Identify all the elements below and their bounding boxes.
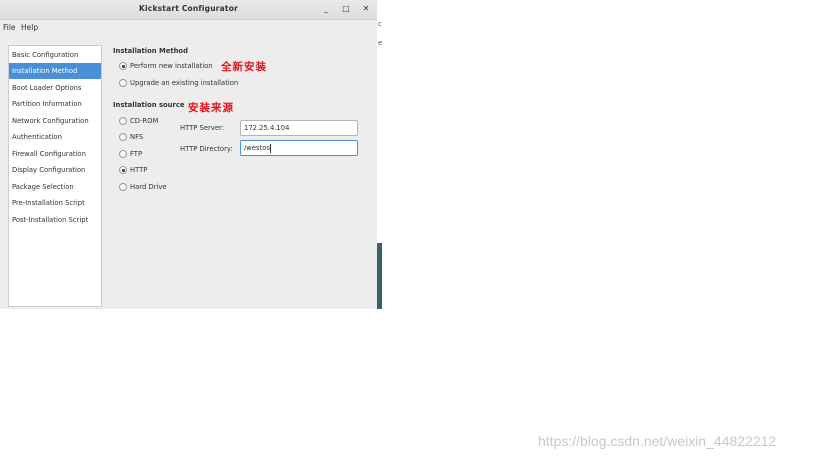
http-directory-input[interactable]: /westos bbox=[240, 140, 358, 156]
title-bar: Kickstart Configurator _ □ ✕ bbox=[0, 0, 377, 20]
kickstart-window: Kickstart Configurator _ □ ✕ File Help B… bbox=[0, 0, 377, 309]
http-server-input[interactable]: 172.25.4.104 bbox=[240, 120, 358, 136]
http-server-value: 172.25.4.104 bbox=[244, 124, 290, 132]
sidebar-item-network-configuration[interactable]: Network Configuration bbox=[9, 113, 101, 129]
sidebar-item-post-installation-script[interactable]: Post-Installation Script bbox=[9, 212, 101, 228]
minimize-button[interactable]: _ bbox=[320, 3, 332, 15]
radio-hard-drive[interactable] bbox=[119, 183, 127, 191]
http-directory-label: HTTP Directory: bbox=[180, 145, 233, 153]
radio-http[interactable] bbox=[119, 166, 127, 174]
sidebar-item-pre-installation-script[interactable]: Pre-Installation Script bbox=[9, 195, 101, 211]
radio-label-perform-new-installation: Perform new installation bbox=[130, 62, 213, 70]
background-text-fragment: c bbox=[378, 20, 382, 28]
sidebar: Basic Configuration Installation Method … bbox=[8, 45, 102, 307]
background-text-fragment: e bbox=[378, 39, 382, 47]
background-window-dark-strip bbox=[377, 243, 382, 309]
sidebar-item-installation-method[interactable]: Installation Method bbox=[9, 63, 101, 79]
http-directory-value: /westos bbox=[244, 144, 270, 152]
text-caret bbox=[270, 143, 272, 153]
radio-label-ftp: FTP bbox=[130, 150, 143, 158]
radio-upgrade-existing[interactable] bbox=[119, 79, 127, 87]
installation-source-heading: Installation source bbox=[113, 101, 185, 109]
sidebar-item-package-selection[interactable]: Package Selection bbox=[9, 179, 101, 195]
radio-perform-new-installation[interactable] bbox=[119, 62, 127, 70]
maximize-button[interactable]: □ bbox=[340, 3, 352, 15]
sidebar-item-partition-information[interactable]: Partition Information bbox=[9, 96, 101, 112]
radio-label-hard-drive: Hard Drive bbox=[130, 183, 167, 191]
sidebar-item-firewall-configuration[interactable]: Firewall Configuration bbox=[9, 146, 101, 162]
radio-label-nfs: NFS bbox=[130, 133, 144, 141]
close-button[interactable]: ✕ bbox=[360, 3, 372, 15]
sidebar-item-boot-loader-options[interactable]: Boot Loader Options bbox=[9, 80, 101, 96]
sidebar-item-authentication[interactable]: Authentication bbox=[9, 129, 101, 145]
radio-nfs[interactable] bbox=[119, 133, 127, 141]
radio-cd-rom[interactable] bbox=[119, 117, 127, 125]
annotation-new-install: 全新安装 bbox=[221, 61, 267, 73]
sidebar-item-display-configuration[interactable]: Display Configuration bbox=[9, 162, 101, 178]
radio-label-http: HTTP bbox=[130, 166, 148, 174]
radio-label-upgrade-existing: Upgrade an existing installation bbox=[130, 79, 239, 87]
menu-bar: File Help bbox=[0, 20, 377, 34]
watermark: https://blog.csdn.net/weixin_44822212 bbox=[538, 433, 777, 449]
radio-label-cd-rom: CD-ROM bbox=[130, 117, 159, 125]
installation-method-heading: Installation Method bbox=[113, 47, 188, 55]
http-server-label: HTTP Server: bbox=[180, 124, 225, 132]
radio-ftp[interactable] bbox=[119, 150, 127, 158]
annotation-install-source: 安装来源 bbox=[188, 102, 234, 114]
sidebar-item-basic-configuration[interactable]: Basic Configuration bbox=[9, 47, 101, 63]
menu-help[interactable]: Help bbox=[21, 23, 38, 32]
menu-file[interactable]: File bbox=[3, 23, 16, 32]
